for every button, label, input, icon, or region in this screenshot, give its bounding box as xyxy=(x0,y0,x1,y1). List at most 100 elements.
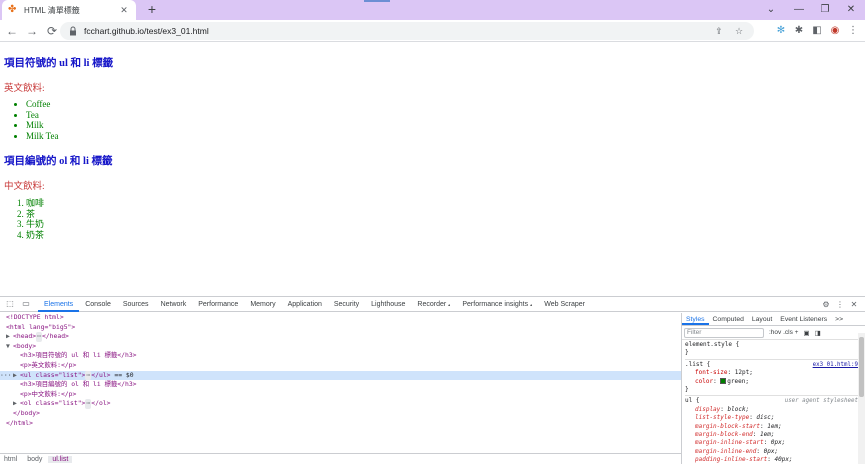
list-item: Milk Tea xyxy=(26,131,58,142)
dom-node-p[interactable]: <p>中文飲料:</p> xyxy=(0,390,681,400)
dom-node-body[interactable]: ▼ <body> xyxy=(0,342,681,352)
property-name: padding-inline-start xyxy=(695,456,768,464)
breadcrumb-ul-list[interactable]: ul.list xyxy=(48,456,73,463)
tab-computed[interactable]: Computed xyxy=(709,313,748,325)
new-tab-button[interactable]: + xyxy=(144,2,160,18)
tab-performance[interactable]: Performance xyxy=(192,297,244,312)
forward-arrow-icon[interactable]: → xyxy=(22,21,42,41)
lock-icon[interactable] xyxy=(68,26,78,36)
dom-node-ul-selected[interactable]: ···▶ <ul class="list">⋯</ul> == $0 xyxy=(0,370,681,381)
extensions-puzzle-icon[interactable]: ✱ xyxy=(790,22,808,40)
tab-elements[interactable]: Elements xyxy=(38,297,80,312)
p-node-text: <p>中文飲料:</p> xyxy=(20,389,77,398)
expand-triangle-icon[interactable]: ▶ xyxy=(6,332,13,342)
toggle-sidebar-icon[interactable]: ◨ xyxy=(815,329,821,337)
ul-heading: 項目符號的 ul 和 li 標籤 xyxy=(4,58,114,69)
profile-avatar-icon[interactable]: ◉ xyxy=(826,22,844,40)
inspect-element-icon[interactable]: ⬚ xyxy=(4,298,16,310)
more-menu-icon[interactable]: ⋮ xyxy=(844,22,862,40)
back-arrow-icon[interactable]: ← xyxy=(2,21,22,41)
tab-styles[interactable]: Styles xyxy=(682,313,709,325)
settings-gear-icon[interactable]: ⚙ xyxy=(819,300,833,309)
dom-node-p[interactable]: <p>英文飲料:</p> xyxy=(0,361,681,371)
dom-node-doctype[interactable]: <!DOCTYPE html> xyxy=(0,313,681,323)
doctype-text: <!DOCTYPE html> xyxy=(6,313,64,321)
devtools-menu-icon[interactable]: ⋮ xyxy=(833,300,847,309)
css-property[interactable]: color: green; xyxy=(685,378,862,386)
dom-node-html-close[interactable]: </html> xyxy=(0,419,681,429)
reload-icon[interactable]: ⟳ xyxy=(42,21,62,41)
dom-node-ol[interactable]: ▶ <ol class="list">⋯</ol> xyxy=(0,399,681,409)
css-property[interactable]: display: block; xyxy=(685,406,862,414)
html-close-tag: </html> xyxy=(6,418,33,427)
body-open-tag: <body> xyxy=(13,341,37,350)
styles-scrollbar[interactable] xyxy=(858,333,865,464)
property-value: disc; xyxy=(756,414,775,422)
breadcrumb-body[interactable]: body xyxy=(23,456,46,463)
css-property[interactable]: margin-inline-start: 0px; xyxy=(685,439,862,447)
rule-ul-user-agent[interactable]: ul { user agent stylesheet display: bloc… xyxy=(685,397,862,464)
dom-node-head[interactable]: ▶ <head>⋯</head> xyxy=(0,332,681,342)
side-panel-icon[interactable]: ◧ xyxy=(808,22,826,40)
css-property[interactable]: margin-block-start: 1em; xyxy=(685,423,862,431)
address-bar[interactable]: fcchart.github.io/test/ex3_01.html ⇪ ☆ xyxy=(60,22,754,40)
breadcrumb-html[interactable]: html xyxy=(0,456,21,463)
tab-close-icon[interactable]: ✕ xyxy=(118,5,130,16)
styles-filter-input[interactable]: Filter xyxy=(684,327,764,338)
url-text[interactable]: fcchart.github.io/test/ex3_01.html xyxy=(84,26,706,36)
tab-web-scraper[interactable]: Web Scraper xyxy=(538,297,591,312)
property-value: 12pt; xyxy=(734,369,753,377)
tab-sources[interactable]: Sources xyxy=(117,297,155,312)
property-value: green; xyxy=(727,377,749,385)
extension-icon[interactable]: ✻ xyxy=(772,22,790,40)
browser-tab[interactable]: ✤ HTML 清單標籤 ✕ xyxy=(2,0,136,20)
bookmark-star-icon[interactable]: ☆ xyxy=(732,26,746,37)
tab-layout[interactable]: Layout xyxy=(748,313,776,325)
more-tabs-chevron-icon[interactable]: >> xyxy=(831,313,847,325)
css-property[interactable]: padding-inline-start: 40px; xyxy=(685,456,862,464)
color-swatch-icon[interactable] xyxy=(720,378,727,385)
share-icon[interactable]: ⇪ xyxy=(712,26,726,37)
devtools-panel: ⬚ ▭ Elements Console Sources Network Per… xyxy=(0,296,865,464)
dom-node-h3[interactable]: <h3>項目編號的 ol 和 li 標籤</h3> xyxy=(0,380,681,390)
minimize-button[interactable]: — xyxy=(786,2,812,18)
tab-application[interactable]: Application xyxy=(282,297,328,312)
tab-security[interactable]: Security xyxy=(328,297,365,312)
rule-source-link[interactable]: ex3_01.html:9 xyxy=(813,361,858,369)
ol-open-tag: <ol class="list"> xyxy=(20,399,86,408)
css-property[interactable]: font-size: 12pt; xyxy=(685,369,862,377)
devtools-tab-bar: ⬚ ▭ Elements Console Sources Network Per… xyxy=(0,297,865,312)
h3-node-text: <h3>項目符號的 ul 和 li 標籤</h3> xyxy=(20,351,137,360)
computed-sidebar-icon[interactable]: ▣ xyxy=(803,329,809,337)
selected-node-marker: == $0 xyxy=(114,370,134,379)
dom-node-html[interactable]: <html lang="big5"> xyxy=(0,323,681,333)
device-toolbar-icon[interactable]: ▭ xyxy=(20,298,32,310)
tab-console[interactable]: Console xyxy=(79,297,117,312)
close-window-button[interactable]: ✕ xyxy=(838,2,864,18)
tab-recorder[interactable]: Recorder 𝅘 xyxy=(411,297,456,312)
collapse-triangle-icon[interactable]: ▼ xyxy=(6,342,13,352)
rule-element-style[interactable]: element.style { } xyxy=(685,341,862,360)
dom-node-body-close[interactable]: </body> xyxy=(0,409,681,419)
expand-triangle-icon[interactable]: ▶ xyxy=(13,371,20,381)
tab-event-listeners[interactable]: Event Listeners xyxy=(776,313,831,325)
css-property[interactable]: list-style-type: disc; xyxy=(685,414,862,422)
rule-list-class[interactable]: .list { ex3_01.html:9 font-size: 12pt; c… xyxy=(685,361,862,397)
browser-toolbar: ← → ⟳ fcchart.github.io/test/ex3_01.html… xyxy=(0,20,865,42)
rule-selector: element.style { xyxy=(685,341,740,348)
elements-tree: <!DOCTYPE html> <html lang="big5"> ▶ <hea… xyxy=(0,313,681,453)
tab-search-icon[interactable]: ⌄ xyxy=(758,2,784,18)
tab-memory[interactable]: Memory xyxy=(244,297,281,312)
devtools-close-icon[interactable]: ✕ xyxy=(847,300,861,309)
scrollbar-thumb[interactable] xyxy=(859,337,864,397)
property-value: 0px; xyxy=(763,447,779,455)
styles-filter-tools[interactable]: :hov .cls + xyxy=(769,329,798,336)
tab-network[interactable]: Network xyxy=(155,297,193,312)
tab-lighthouse[interactable]: Lighthouse xyxy=(365,297,411,312)
list-item: 牛奶 xyxy=(26,219,44,230)
expand-triangle-icon[interactable]: ▶ xyxy=(13,399,20,409)
dom-node-h3[interactable]: <h3>項目符號的 ul 和 li 標籤</h3> xyxy=(0,351,681,361)
ul-close-tag: </ul> xyxy=(91,370,111,379)
maximize-button[interactable]: ❐ xyxy=(812,2,838,18)
tab-performance-insights[interactable]: Performance insights 𝅘 xyxy=(456,297,538,312)
